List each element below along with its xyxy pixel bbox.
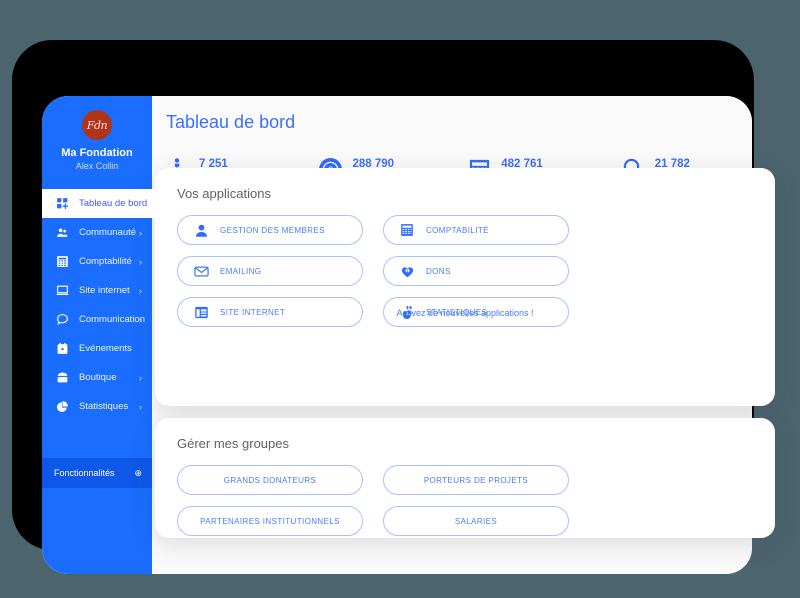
envelope-icon	[192, 262, 210, 280]
sidebar-features-button[interactable]: Fonctionnalités ⊕	[42, 458, 152, 488]
group-porteurs-de-projets[interactable]: PORTEURS DE PROJETS	[383, 465, 569, 495]
app-label: GESTION DES MEMBRES	[220, 225, 325, 235]
shop-icon	[54, 370, 70, 386]
chevron-right-icon: ›	[139, 256, 142, 267]
sidebar: Fdn Ma Fondation Alex Collin Tableau de …	[42, 96, 166, 574]
groups-card: Gérer mes groupes GRANDS DONATEURS PORTE…	[155, 418, 775, 538]
app-label: COMPTABILITÉ	[426, 225, 489, 235]
organization-name: Ma Fondation	[61, 147, 133, 159]
website-icon	[54, 283, 70, 299]
statistics-icon	[54, 399, 70, 415]
group-partenaires-institutionnels[interactable]: PARTENAIRES INSTITUTIONNELS	[177, 506, 363, 536]
app-label: DONS	[426, 266, 451, 276]
sidebar-item-label: Statistiques	[79, 401, 129, 412]
sidebar-item-label: Comptabilité	[79, 256, 132, 267]
sidebar-item-site-internet[interactable]: Site internet ›	[42, 276, 152, 305]
applications-card-title: Vos applications	[177, 186, 271, 201]
app-comptabilite[interactable]: COMPTABILITÉ	[383, 215, 569, 245]
sidebar-item-label: Communauté	[79, 227, 137, 238]
groups-grid: GRANDS DONATEURS PORTEURS DE PROJETS PAR…	[155, 451, 775, 536]
features-label: Fonctionnalités	[54, 468, 115, 478]
accounting-icon	[54, 254, 70, 270]
sidebar-nav: Tableau de bord Communauté › Comptabilit…	[42, 189, 166, 421]
sidebar-item-label: Evénements	[79, 343, 132, 354]
applications-card: Vos applications GESTION DES MEMBRES COM…	[155, 168, 775, 406]
brand-block: Fdn Ma Fondation Alex Collin	[42, 96, 152, 185]
sidebar-item-statistiques[interactable]: Statistiques ›	[42, 392, 152, 421]
calculator-icon	[398, 221, 416, 239]
sidebar-item-tableau-de-bord[interactable]: Tableau de bord	[42, 189, 166, 218]
sidebar-item-communication[interactable]: Communication ›	[42, 305, 152, 334]
page-title: Tableau de bord	[166, 112, 296, 132]
chevron-right-icon: ›	[139, 401, 142, 412]
user-icon	[192, 221, 210, 239]
sidebar-item-label: Boutique	[79, 372, 117, 383]
group-label: PORTEURS DE PROJETS	[423, 475, 529, 485]
group-grands-donateurs[interactable]: GRANDS DONATEURS	[177, 465, 363, 495]
sidebar-item-communaute[interactable]: Communauté ›	[42, 218, 152, 247]
user-name: Alex Collin	[75, 161, 119, 171]
chevron-right-icon: ›	[139, 227, 142, 238]
heart-icon	[398, 262, 416, 280]
sidebar-item-label: Tableau de bord	[79, 198, 148, 209]
logo-text: Fdn	[86, 118, 108, 132]
events-icon	[54, 341, 70, 357]
groups-card-title: Gérer mes groupes	[177, 436, 289, 451]
chevron-right-icon: ›	[139, 285, 142, 296]
chevron-right-icon: ›	[139, 314, 142, 325]
group-label: SALARIES	[454, 516, 498, 526]
communication-icon	[54, 312, 70, 328]
chevron-right-icon: ›	[139, 372, 142, 383]
app-dons[interactable]: DONS	[383, 256, 569, 286]
plus-circle-icon: ⊕	[134, 467, 142, 478]
sidebar-item-label: Communication	[79, 314, 145, 325]
app-gestion-des-membres[interactable]: GESTION DES MEMBRES	[177, 215, 363, 245]
sidebar-item-comptabilite[interactable]: Comptabilité ›	[42, 247, 152, 276]
group-label: GRANDS DONATEURS	[223, 475, 317, 485]
app-emailing[interactable]: EMAILING	[177, 256, 363, 286]
app-label: EMAILING	[220, 266, 262, 276]
community-icon	[54, 225, 70, 241]
sidebar-item-evenements[interactable]: Evénements	[42, 334, 152, 363]
dashboard-icon	[54, 196, 70, 212]
group-salaries[interactable]: SALARIES	[383, 506, 569, 536]
group-label: PARTENAIRES INSTITUTIONNELS	[200, 516, 340, 526]
sidebar-item-label: Site internet	[79, 285, 130, 296]
sidebar-item-boutique[interactable]: Boutique ›	[42, 363, 152, 392]
fondation-logo-icon: Fdn	[82, 110, 112, 140]
activate-applications-link[interactable]: Activez de nouvelles applications !	[155, 308, 775, 318]
